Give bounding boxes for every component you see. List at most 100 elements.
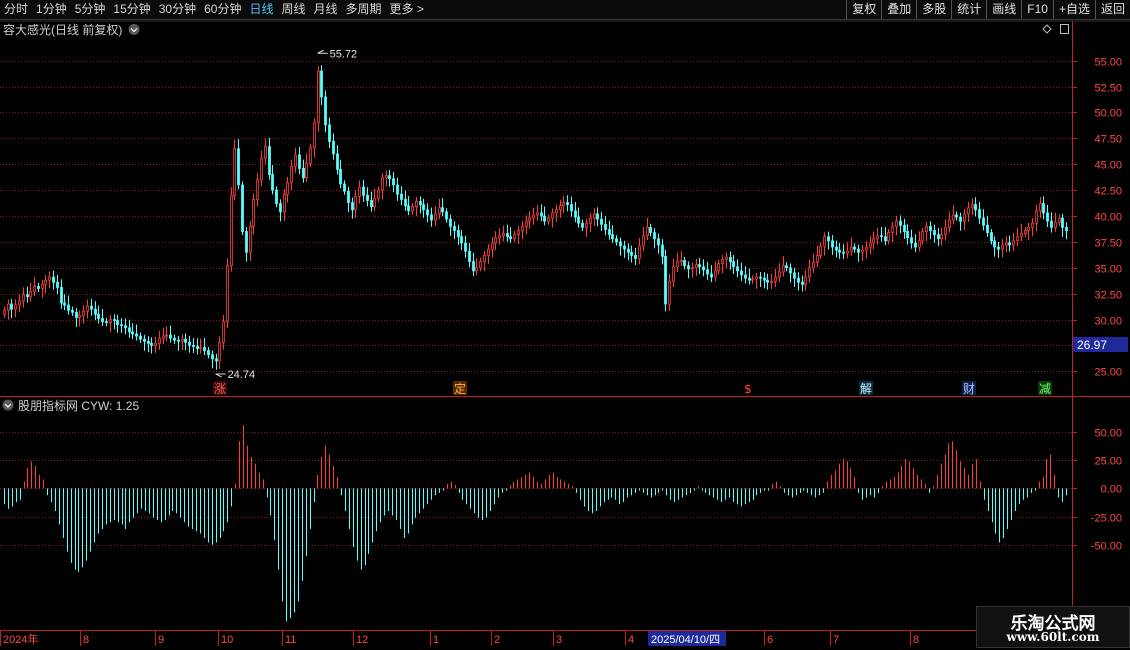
period-tab[interactable]: 多周期 (342, 0, 386, 19)
period-tab[interactable]: 1分钟 (32, 0, 71, 19)
candle-body (165, 334, 168, 337)
candle-body (532, 214, 535, 219)
time-axis-label: 3 (556, 634, 562, 646)
candle-body (986, 224, 989, 233)
indicator-tick-label: -50.00 (1091, 541, 1122, 553)
toolbar-button[interactable]: 多股 (916, 0, 951, 19)
candle-body (596, 213, 599, 220)
candle-body (611, 234, 614, 240)
extreme-annotations: 55.72 24.74 (215, 48, 357, 381)
panel-window-icon[interactable] (1060, 24, 1069, 34)
toolbar-button[interactable]: 复权 (846, 0, 881, 19)
toolbar-button[interactable]: +自选 (1052, 0, 1095, 19)
toolbar-button[interactable]: F10 (1021, 0, 1053, 19)
current-price-label: 26.97 (1077, 338, 1107, 352)
event-marker-label: $ (744, 382, 752, 396)
period-tab[interactable]: 更多 > (386, 0, 428, 19)
toolbar-button[interactable]: 画线 (986, 0, 1021, 19)
candle-body (192, 345, 195, 347)
candle-body (275, 189, 278, 204)
candle-body (687, 265, 690, 270)
period-tab[interactable]: 15分钟 (109, 0, 154, 19)
candle-body (562, 202, 565, 207)
candle-body (955, 214, 958, 218)
toolbar-button[interactable]: 统计 (951, 0, 986, 19)
candle-body (1058, 217, 1061, 223)
candle-body (1016, 236, 1019, 242)
price-tick-label: 25.00 (1094, 367, 1122, 379)
period-tab[interactable]: 周线 (277, 0, 309, 19)
title-dropdown-icon[interactable] (128, 24, 140, 35)
candle-body (207, 350, 210, 356)
candle-body (630, 251, 633, 256)
candle-body (116, 320, 119, 326)
candle-body (313, 122, 316, 149)
candle-body (169, 334, 172, 339)
candle-body (279, 203, 282, 213)
time-axis-label: 8 (913, 634, 919, 646)
toolbar-button[interactable]: 返回 (1094, 0, 1130, 19)
time-axis-label: 2024年 (3, 632, 38, 646)
candle-body (147, 340, 150, 344)
candle-body (589, 217, 592, 224)
candle-body (585, 222, 588, 228)
candle-body (215, 358, 218, 362)
candle-body (789, 267, 792, 274)
candle-body (850, 246, 853, 252)
candle-body (683, 260, 686, 267)
annotation-label: 24.74 (228, 369, 256, 381)
candle-body (555, 209, 558, 214)
indicator-tick-label: 0.00 (1101, 484, 1122, 496)
candle-body (536, 212, 539, 216)
indicator-dropdown-icon[interactable] (2, 399, 14, 411)
candle-body (1061, 217, 1064, 228)
candle-body (48, 276, 51, 281)
period-tab[interactable]: 日线 (245, 0, 277, 19)
candle-body (808, 267, 811, 278)
period-tab[interactable]: 30分钟 (155, 0, 200, 19)
candle-body (339, 169, 342, 185)
candle-body (1012, 240, 1015, 246)
period-tab[interactable]: 60分钟 (200, 0, 245, 19)
candle-body (264, 146, 267, 159)
candle-body (653, 232, 656, 240)
indicator-title-group[interactable]: 股朋指标网 CYW: 1.25 (2, 398, 140, 413)
price-tick-label: 30.00 (1094, 316, 1122, 328)
candle-body (268, 146, 271, 175)
price-tick-label: 52.50 (1094, 83, 1122, 95)
candle-body (691, 267, 694, 270)
candle-body (37, 285, 40, 289)
candle-body (434, 213, 437, 221)
candle-body (233, 148, 236, 196)
candle-body (218, 341, 221, 362)
candle-body (763, 277, 766, 281)
candle-body (131, 331, 134, 335)
candle-body (370, 200, 373, 208)
candle-body (449, 218, 452, 227)
candle-body (925, 225, 928, 232)
candle-body (468, 250, 471, 262)
period-tab[interactable]: 5分钟 (71, 0, 110, 19)
candle-body (396, 184, 399, 195)
period-tab[interactable]: 月线 (310, 0, 342, 19)
candle-body (509, 236, 512, 240)
candle-body (748, 277, 751, 281)
candle-body (982, 217, 985, 226)
candle-body (744, 274, 747, 279)
candle-body (657, 238, 660, 246)
indicator-tick-label: 50.00 (1094, 428, 1122, 440)
candle-body (354, 195, 357, 211)
candle-body (577, 216, 580, 224)
candle-body (1001, 244, 1004, 250)
time-axis-label: 7 (833, 634, 839, 646)
candle-body (865, 246, 868, 251)
candle-body (33, 285, 36, 292)
toolbar-button[interactable]: 叠加 (881, 0, 916, 19)
candle-body (419, 201, 422, 206)
candle-body (785, 265, 788, 269)
period-tab[interactable]: 分时 (0, 0, 32, 19)
diamond-icon[interactable] (1042, 24, 1052, 34)
main-title-group[interactable]: 容大感光(日线 前复权) (3, 22, 140, 37)
candle-body (952, 214, 955, 221)
candle-body (642, 235, 645, 247)
